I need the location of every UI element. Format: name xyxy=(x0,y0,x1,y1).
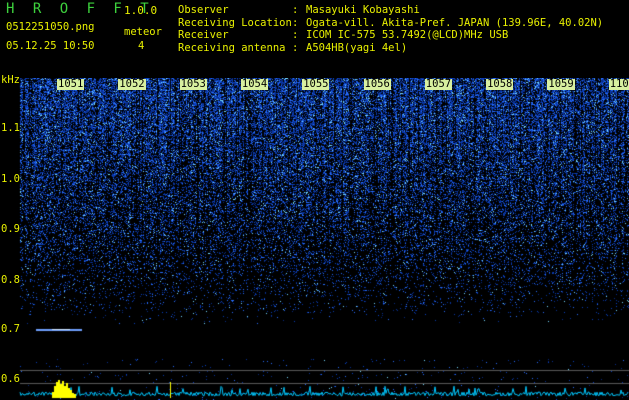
x-tick-label: 1055 xyxy=(302,78,330,90)
y-tick-label: 1.0 xyxy=(1,173,20,185)
info-row-receiver: Receiver: ICOM IC-575 53.7492(@LCD)MHz US… xyxy=(178,29,603,42)
x-tick-label: 1052 xyxy=(118,78,146,90)
y-tick-label: 0.7 xyxy=(1,323,20,335)
y-tick-label: 1.1 xyxy=(1,122,20,134)
meteor-label: meteor xyxy=(124,26,162,38)
info-value: A504HB(yagi 4el) xyxy=(306,41,408,54)
info-label: Observer xyxy=(178,4,229,16)
info-row-observer: Observer: Masayuki Kobayashi xyxy=(178,4,603,17)
y-tick-label: 0.9 xyxy=(1,223,20,235)
info-value: Masayuki Kobayashi xyxy=(306,4,420,16)
x-tick-label: 1054 xyxy=(240,78,269,90)
info-label: Receiving antenna xyxy=(178,41,286,54)
info-colon: : xyxy=(292,16,299,29)
y-axis-unit: kHz xyxy=(1,74,20,86)
x-tick-label: 1100 xyxy=(608,79,629,90)
observation-info: Observer: Masayuki Kobayashi Receiving Lo… xyxy=(178,4,603,54)
info-label: Receiver xyxy=(178,29,229,41)
app-version: 1.0.0 xyxy=(124,4,158,17)
date-time: 05.12.25 10:50 xyxy=(6,40,95,52)
x-tick-label: 1051 xyxy=(57,78,85,90)
y-tick-label: 0.8 xyxy=(1,274,20,286)
y-tick-label: 0.6 xyxy=(1,373,20,385)
file-name: 0512251050.png xyxy=(6,21,95,33)
x-tick-label: 1056 xyxy=(363,78,391,90)
spectrogram-canvas xyxy=(0,78,629,400)
info-row-antenna: Receiving antenna: A504HB(yagi 4el) xyxy=(178,42,603,55)
x-tick-label: 1059 xyxy=(547,78,575,90)
info-colon: : xyxy=(292,29,299,41)
info-value: ICOM IC-575 53.7492(@LCD)MHz USB xyxy=(306,29,509,41)
info-colon: : xyxy=(292,4,299,16)
info-label: Receiving Location xyxy=(178,16,292,29)
x-tick-label: 1057 xyxy=(424,78,453,90)
info-row-location: Receiving Location: Ogata-vill. Akita-Pre… xyxy=(178,17,603,30)
meteor-count: 4 xyxy=(138,40,145,52)
x-tick-label: 1053 xyxy=(179,78,207,90)
info-value: Ogata-vill. Akita-Pref. JAPAN (139.96E, … xyxy=(306,16,604,29)
info-colon: : xyxy=(292,41,299,54)
x-tick-label: 1058 xyxy=(486,78,514,90)
